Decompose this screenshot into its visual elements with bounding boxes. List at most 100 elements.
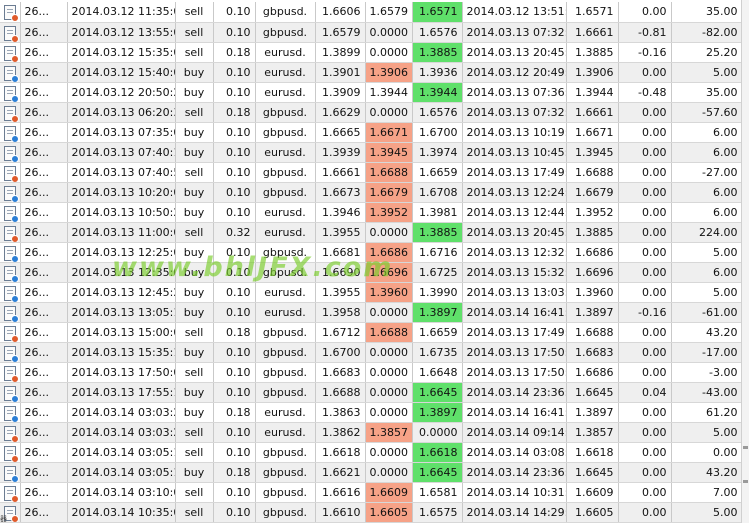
buy-order-icon: [3, 385, 19, 401]
close-price-cell: 1.6645: [566, 462, 619, 483]
order-icon-cell: [0, 422, 21, 443]
lot-size-cell: 0.18: [213, 42, 256, 63]
table-row[interactable]: 26...2014.03.13 07:40:51sell0.10gbpusd.1…: [0, 162, 743, 183]
order-type-cell: sell: [175, 322, 214, 343]
order-type-cell: sell: [175, 442, 214, 463]
swap-cell: 0.00: [618, 182, 672, 203]
stop-loss-cell: 1.3857: [365, 422, 413, 443]
swap-cell: 0.00: [618, 2, 672, 23]
open-price-cell: 1.6673: [315, 182, 366, 203]
buy-order-icon: [3, 345, 19, 361]
open-time-cell: 2014.03.12 15:35:08: [67, 42, 176, 63]
table-row[interactable]: 26...2014.03.13 12:35:03buy0.10gbpusd.1.…: [0, 262, 743, 283]
table-row[interactable]: 26...2014.03.13 17:50:02sell0.10gbpusd.1…: [0, 362, 743, 383]
table-row[interactable]: 26...2014.03.13 10:50:23buy0.10eurusd.1.…: [0, 202, 743, 223]
lot-size-cell: 0.10: [213, 262, 256, 283]
trade-id-cell: 26...: [20, 322, 68, 343]
trade-id-cell: 26...: [20, 402, 68, 423]
close-price-cell: 1.6609: [566, 482, 619, 503]
close-price-cell: 1.6683: [566, 342, 619, 363]
open-time-cell: 2014.03.13 15:00:04: [67, 322, 176, 343]
take-profit-cell: 1.6659: [412, 162, 463, 183]
order-icon-cell: [0, 282, 21, 303]
table-row[interactable]: 26...2014.03.14 03:03:22buy0.18eurusd.1.…: [0, 402, 743, 423]
take-profit-cell: 1.3885: [412, 42, 463, 63]
stop-loss-cell: 1.6679: [365, 182, 413, 203]
order-type-cell: buy: [175, 62, 214, 83]
table-row[interactable]: 26...2014.03.14 10:35:01sell0.10gbpusd.1…: [0, 502, 743, 523]
order-status-dot-icon: [10, 234, 19, 241]
open-price-cell: 1.6690: [315, 262, 366, 283]
stop-loss-cell: 0.0000: [365, 42, 413, 63]
sell-order-icon: [3, 225, 19, 241]
order-type-cell: sell: [175, 102, 214, 123]
take-profit-cell: 1.6725: [412, 262, 463, 283]
order-type-cell: sell: [175, 2, 214, 23]
vertical-scrollbar[interactable]: [741, 0, 749, 523]
table-row[interactable]: 26...2014.03.14 03:05:16buy0.18gbpusd.1.…: [0, 462, 743, 483]
table-row[interactable]: 26...2014.03.12 13:55:02sell0.10gbpusd.1…: [0, 22, 743, 43]
table-row[interactable]: 26...2014.03.13 15:35:10buy0.10gbpusd.1.…: [0, 342, 743, 363]
symbol-cell: gbpusd.: [255, 182, 316, 203]
order-icon-cell: [0, 22, 21, 43]
take-profit-cell: 1.6645: [412, 382, 463, 403]
swap-cell: 0.00: [618, 142, 672, 163]
table-row[interactable]: 26...2014.03.13 07:40:13buy0.10eurusd.1.…: [0, 142, 743, 163]
table-row[interactable]: 26...2014.03.13 07:35:00buy0.10gbpusd.1.…: [0, 122, 743, 143]
swap-cell: -0.48: [618, 82, 672, 103]
stop-loss-cell: 1.6688: [365, 162, 413, 183]
open-price-cell: 1.6712: [315, 322, 366, 343]
take-profit-cell: 1.6571: [412, 2, 463, 23]
open-price-cell: 1.6661: [315, 162, 366, 183]
trade-id-cell: 26...: [20, 202, 68, 223]
sell-order-icon: [3, 105, 19, 121]
table-row[interactable]: 26...2014.03.14 03:05:15sell0.10gbpusd.1…: [0, 442, 743, 463]
symbol-cell: gbpusd.: [255, 382, 316, 403]
trade-id-cell: 26...: [20, 182, 68, 203]
table-row[interactable]: 26...2014.03.13 11:00:02sell0.32eurusd.1…: [0, 222, 743, 243]
table-row[interactable]: 26...2014.03.13 15:00:04sell0.18gbpusd.1…: [0, 322, 743, 343]
table-row[interactable]: 26...2014.03.14 03:03:22sell0.10eurusd.1…: [0, 422, 743, 443]
order-status-dot-icon: [10, 414, 19, 421]
trade-id-cell: 26...: [20, 122, 68, 143]
scrollbar-grip-mark: [743, 446, 748, 449]
table-row[interactable]: 26...2014.03.13 12:45:23buy0.10eurusd.1.…: [0, 282, 743, 303]
trade-id-cell: 26...: [20, 242, 68, 263]
symbol-cell: eurusd.: [255, 222, 316, 243]
buy-order-icon: [3, 65, 19, 81]
trade-id-cell: 26...: [20, 82, 68, 103]
close-time-cell: 2014.03.13 17:49:57: [462, 162, 567, 183]
swap-cell: 0.00: [618, 242, 672, 263]
table-row[interactable]: 26...2014.03.13 12:25:03buy0.10gbpusd.1.…: [0, 242, 743, 263]
order-status-dot-icon: [10, 294, 19, 301]
buy-order-icon: [3, 85, 19, 101]
buy-order-icon: [3, 205, 19, 221]
close-price-cell: 1.3857: [566, 422, 619, 443]
open-time-cell: 2014.03.13 12:25:03: [67, 242, 176, 263]
table-row[interactable]: 26...2014.03.12 20:50:29buy0.10eurusd.1.…: [0, 82, 743, 103]
lot-size-cell: 0.10: [213, 282, 256, 303]
close-time-cell: 2014.03.13 15:32:00: [462, 262, 567, 283]
table-row[interactable]: 26...2014.03.13 06:20:39sell0.18gbpusd.1…: [0, 102, 743, 123]
swap-cell: 0.00: [618, 462, 672, 483]
table-row[interactable]: 26...2014.03.12 15:35:08sell0.18eurusd.1…: [0, 42, 743, 63]
profit-cell: 35.00: [671, 2, 743, 23]
close-price-cell: 1.6645: [566, 382, 619, 403]
table-row[interactable]: 26...2014.03.12 11:35:05sell0.10gbpusd.1…: [0, 2, 743, 23]
open-time-cell: 2014.03.13 07:35:00: [67, 122, 176, 143]
open-price-cell: 1.3862: [315, 422, 366, 443]
open-time-cell: 2014.03.13 17:55:10: [67, 382, 176, 403]
table-row[interactable]: 26...2014.03.12 15:40:08buy0.10eurusd.1.…: [0, 62, 743, 83]
table-row[interactable]: 26...2014.03.13 10:20:02buy0.10gbpusd.1.…: [0, 182, 743, 203]
trade-id-cell: 26...: [20, 262, 68, 283]
open-time-cell: 2014.03.12 13:55:02: [67, 22, 176, 43]
order-status-dot-icon: [10, 54, 19, 61]
table-row[interactable]: 26...2014.03.14 03:10:02sell0.10gbpusd.1…: [0, 482, 743, 503]
sell-order-icon: [3, 325, 19, 341]
open-time-cell: 2014.03.13 10:50:23: [67, 202, 176, 223]
table-row[interactable]: 26...2014.03.13 17:55:10buy0.10gbpusd.1.…: [0, 382, 743, 403]
order-status-dot-icon: [10, 454, 19, 461]
lot-size-cell: 0.10: [213, 442, 256, 463]
table-row[interactable]: 26...2014.03.13 13:05:19buy0.10eurusd.1.…: [0, 302, 743, 323]
close-price-cell: 1.6605: [566, 502, 619, 523]
